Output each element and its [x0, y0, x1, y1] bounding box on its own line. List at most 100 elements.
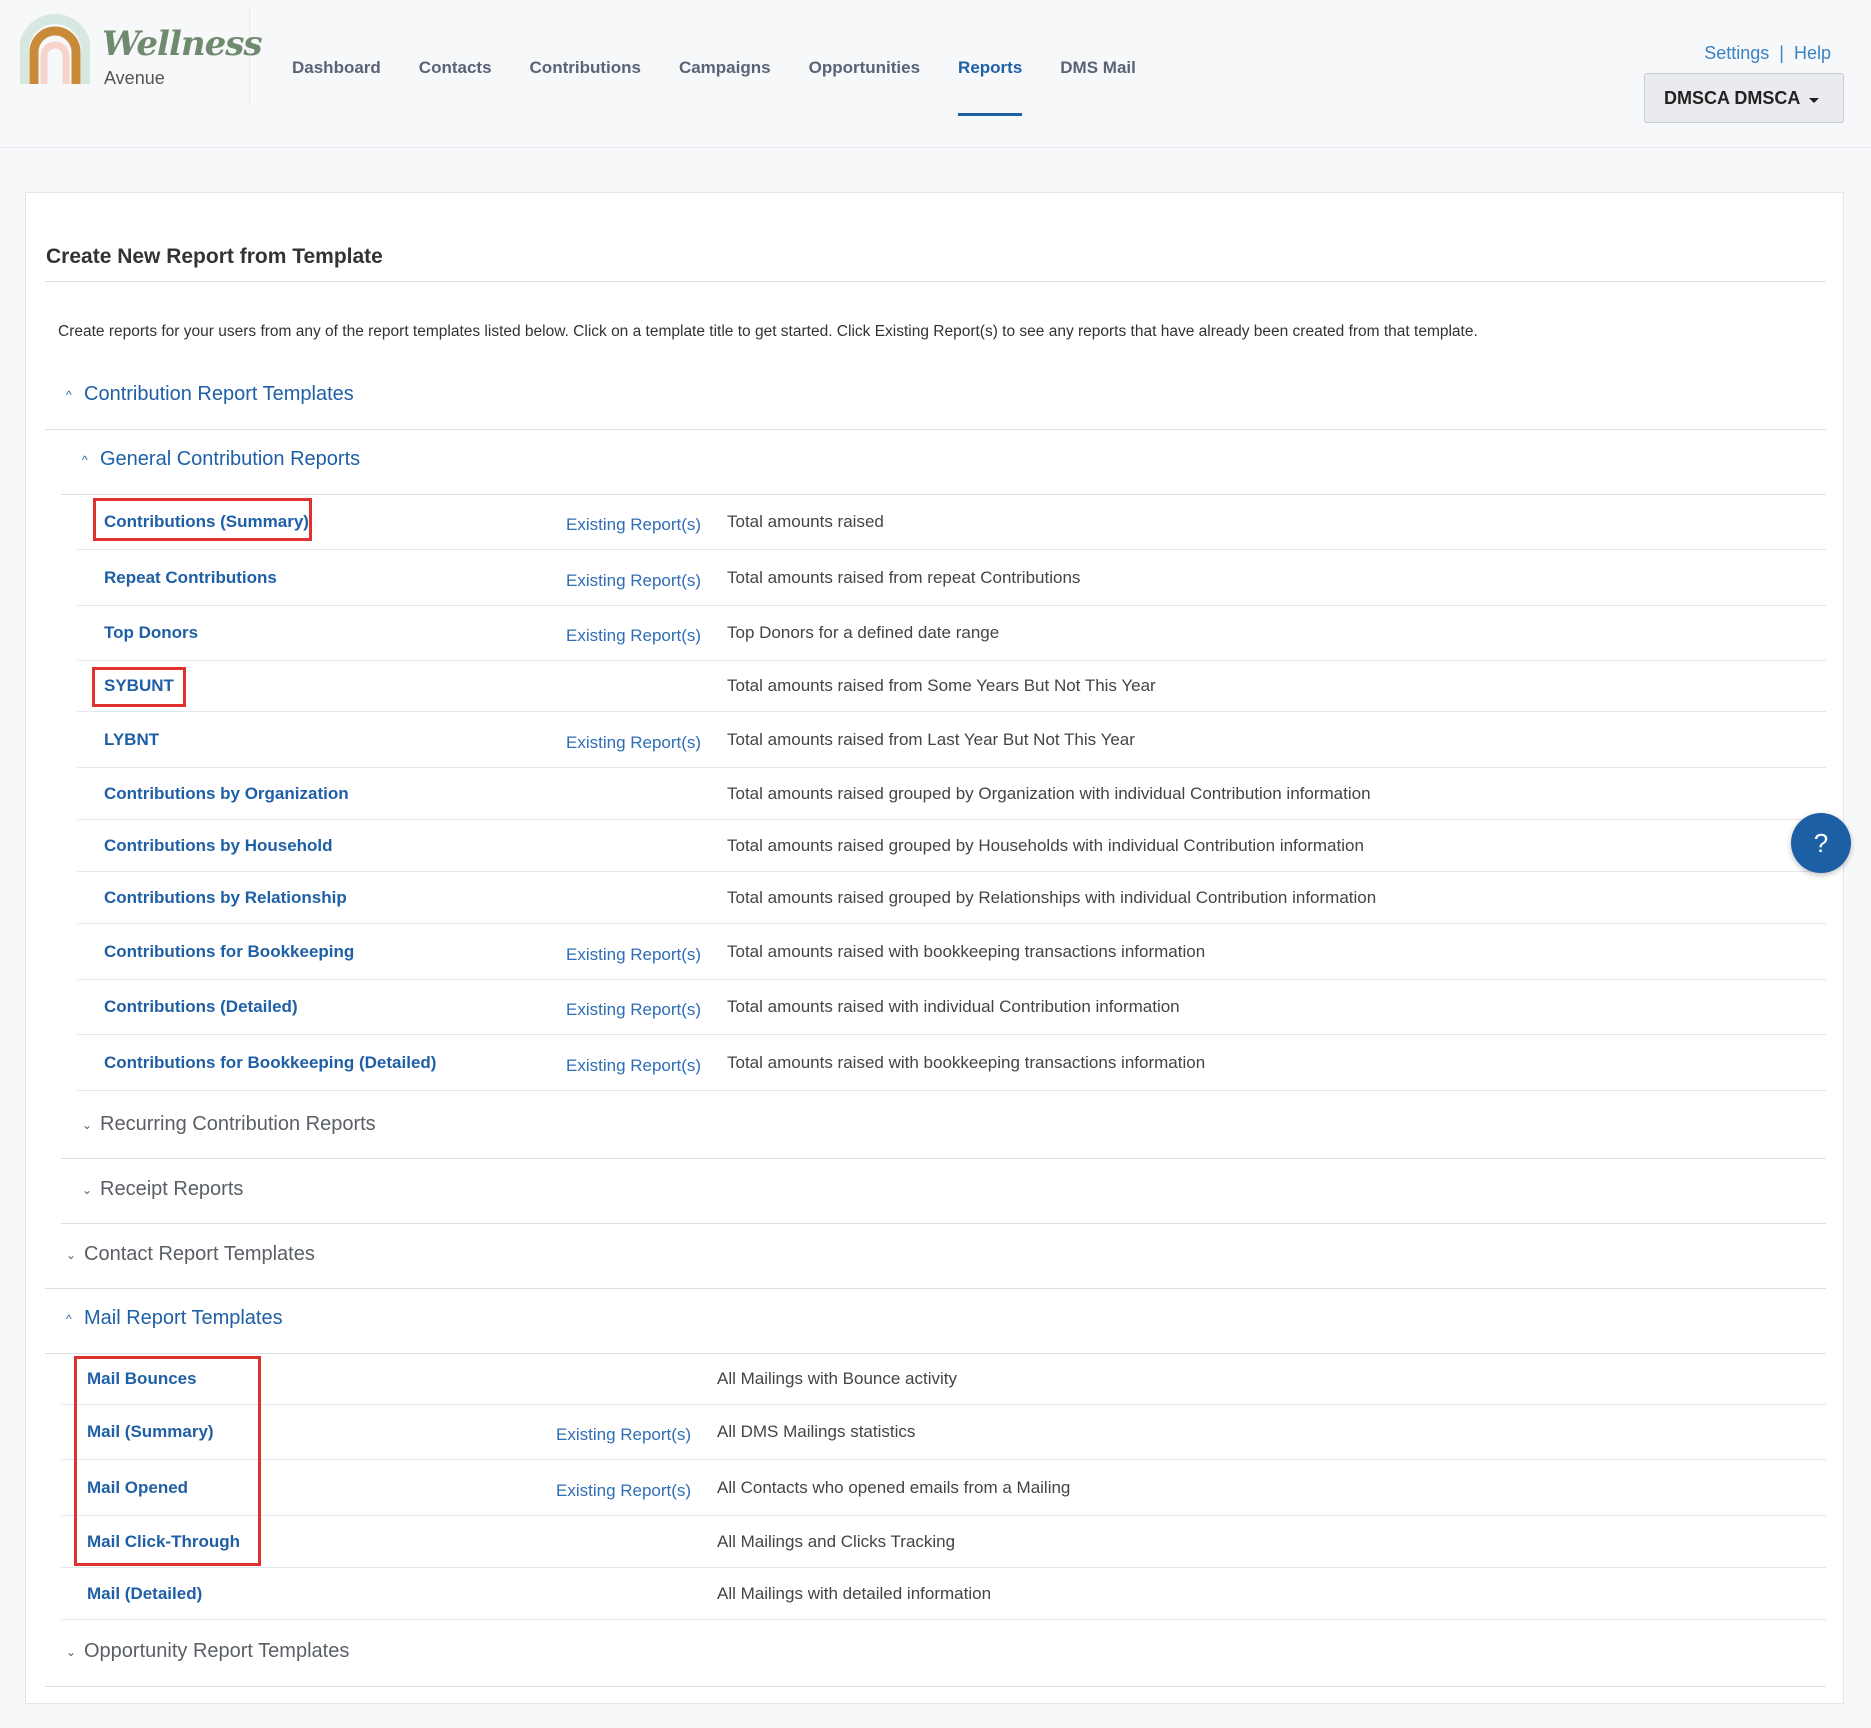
- nav-dashboard[interactable]: Dashboard: [292, 58, 381, 116]
- existing-reports-link[interactable]: Existing Report(s): [566, 733, 701, 753]
- report-row: LYBNT Existing Report(s) Total amounts rai…: [77, 712, 1826, 768]
- report-description: All Mailings with Bounce activity: [717, 1368, 957, 1388]
- nav-contributions[interactable]: Contributions: [530, 58, 641, 116]
- section-mail-templates[interactable]: ^ Mail Report Templates: [66, 1307, 283, 1330]
- nav-campaigns[interactable]: Campaigns: [679, 58, 771, 116]
- top-links: Settings | Help: [1704, 43, 1831, 64]
- section-contact-templates[interactable]: ⌄ Contact Report Templates: [66, 1243, 315, 1266]
- report-title-link[interactable]: LYBNT: [104, 730, 159, 750]
- section-opportunity-templates[interactable]: ⌄ Opportunity Report Templates: [66, 1640, 349, 1663]
- section-recurring-contribution[interactable]: ⌄ Recurring Contribution Reports: [82, 1113, 376, 1136]
- report-row: Contributions (Detailed) Existing Report(…: [77, 980, 1826, 1035]
- section-label: Receipt Reports: [100, 1178, 244, 1200]
- report-title-link[interactable]: Contributions for Bookkeeping: [104, 942, 354, 962]
- mail-report-list: Mail Bounces All Mailings with Bounce act…: [61, 1353, 1826, 1620]
- report-description: Total amounts raised from Some Years But…: [727, 676, 1156, 695]
- report-row: Mail (Detailed) All Mailings with detaile…: [61, 1568, 1826, 1620]
- report-row: Repeat Contributions Existing Report(s) To…: [77, 550, 1826, 606]
- nav-contacts[interactable]: Contacts: [419, 58, 492, 116]
- page-description: Create reports for your users from any o…: [58, 323, 1478, 340]
- section-label: General Contribution Reports: [100, 448, 361, 470]
- report-row: Top Donors Existing Report(s) Top Donors f…: [77, 606, 1826, 661]
- rainbow-logo-icon: [20, 14, 90, 84]
- divider: [61, 1223, 1826, 1224]
- report-title-link[interactable]: Contributions for Bookkeeping (Detailed): [104, 1053, 436, 1073]
- report-row: Contributions by Relationship Total amoun…: [77, 872, 1826, 924]
- user-menu-button[interactable]: DMSCA DMSCA: [1644, 73, 1844, 123]
- divider: [45, 429, 1826, 430]
- nav-opportunities[interactable]: Opportunities: [809, 58, 920, 116]
- report-description: All Contacts who opened emails from a Ma…: [717, 1477, 1071, 1497]
- report-description: All Mailings and Clicks Tracking: [717, 1531, 956, 1551]
- report-title-link[interactable]: Contributions by Relationship: [104, 888, 347, 908]
- caret-down-icon: [1809, 98, 1819, 108]
- report-title-link[interactable]: Top Donors: [104, 623, 198, 643]
- section-label: Opportunity Report Templates: [84, 1640, 350, 1662]
- report-row: Mail Click-Through All Mailings and Click…: [61, 1516, 1826, 1568]
- logo-wordmark: Wellness: [102, 24, 263, 64]
- report-title-link[interactable]: Contributions by Household: [104, 836, 333, 856]
- report-description: Total amounts raised with bookkeeping tr…: [727, 1052, 1206, 1072]
- report-row: Contributions by Household Total amounts …: [77, 820, 1826, 872]
- highlight-box: [74, 1356, 261, 1566]
- report-description: Total amounts raised with individual Con…: [727, 997, 1180, 1016]
- existing-reports-link[interactable]: Existing Report(s): [556, 1481, 691, 1501]
- divider: [45, 281, 1826, 282]
- report-description: Total amounts raised grouped by Relation…: [727, 887, 1377, 907]
- top-header: Wellness Avenue Dashboard Contacts Contrib…: [0, 0, 1871, 148]
- existing-reports-link[interactable]: Existing Report(s): [556, 1425, 691, 1445]
- report-row: Contributions for Bookkeeping (Detailed)…: [77, 1035, 1826, 1091]
- report-description: All Mailings with detailed information: [717, 1583, 992, 1603]
- section-label: Contact Report Templates: [84, 1243, 315, 1265]
- section-label: Contribution Report Templates: [84, 383, 354, 405]
- main-nav: Dashboard Contacts Contributions Campaigns O…: [292, 58, 1174, 116]
- existing-reports-link[interactable]: Existing Report(s): [566, 945, 701, 965]
- section-label: Mail Report Templates: [84, 1307, 283, 1329]
- report-description: Total amounts raised from Last Year But …: [727, 729, 1135, 749]
- report-title-link[interactable]: Contributions by Organization: [104, 784, 349, 804]
- report-row: Mail (Summary) Existing Report(s) All DMS …: [61, 1405, 1826, 1460]
- section-contribution-templates[interactable]: ^ Contribution Report Templates: [66, 383, 354, 406]
- existing-reports-link[interactable]: Existing Report(s): [566, 1056, 701, 1076]
- nav-dms-mail[interactable]: DMS Mail: [1060, 58, 1136, 116]
- existing-reports-link[interactable]: Existing Report(s): [566, 1000, 701, 1020]
- report-row: Contributions for Bookkeeping Existing Re…: [77, 924, 1826, 980]
- divider: [45, 1288, 1826, 1289]
- chevron-up-icon: ^: [66, 1311, 72, 1326]
- report-row: Contributions (Summary) Existing Report(s…: [77, 494, 1826, 550]
- highlight-box: [92, 667, 186, 707]
- chevron-up-icon: ^: [66, 387, 72, 402]
- report-title-link[interactable]: Contributions (Detailed): [104, 997, 298, 1017]
- report-description: Top Donors for a defined date range: [727, 623, 1000, 642]
- existing-reports-link[interactable]: Existing Report(s): [566, 515, 701, 535]
- report-title-link[interactable]: Mail (Detailed): [87, 1584, 202, 1604]
- link-separator: |: [1779, 43, 1784, 63]
- highlight-box: [93, 498, 312, 541]
- page-title: Create New Report from Template: [46, 245, 383, 268]
- divider: [45, 1686, 1826, 1687]
- existing-reports-link[interactable]: Existing Report(s): [566, 626, 701, 646]
- logo-subtitle: Avenue: [104, 68, 165, 88]
- section-general-contribution[interactable]: ^ General Contribution Reports: [82, 448, 360, 471]
- wellness-avenue-logo[interactable]: Wellness Avenue: [18, 8, 263, 104]
- section-label: Recurring Contribution Reports: [100, 1113, 376, 1135]
- divider: [61, 1158, 1826, 1159]
- existing-reports-link[interactable]: Existing Report(s): [566, 571, 701, 591]
- report-description: Total amounts raised with bookkeeping tr…: [727, 941, 1206, 961]
- settings-link[interactable]: Settings: [1704, 43, 1769, 63]
- help-link[interactable]: Help: [1794, 43, 1831, 63]
- report-description: Total amounts raised from repeat Contrib…: [727, 567, 1081, 587]
- chevron-down-icon: ⌄: [82, 1182, 93, 1197]
- report-description: Total amounts raised grouped by Househol…: [727, 835, 1364, 855]
- chevron-down-icon: ⌄: [66, 1247, 77, 1262]
- nav-reports[interactable]: Reports: [958, 58, 1023, 116]
- section-receipt-reports[interactable]: ⌄ Receipt Reports: [82, 1178, 243, 1201]
- report-templates-card: Create New Report from Template Create r…: [25, 192, 1844, 1704]
- report-title-link[interactable]: Repeat Contributions: [104, 568, 277, 588]
- report-row: Mail Opened Existing Report(s) All Contact…: [61, 1460, 1826, 1516]
- chevron-down-icon: ⌄: [82, 1117, 93, 1132]
- general-report-list: Contributions (Summary) Existing Report(s…: [77, 494, 1826, 1091]
- help-bubble-button[interactable]: ?: [1791, 813, 1851, 873]
- report-row: Contributions by Organization Total amoun…: [77, 768, 1826, 820]
- report-row: Mail Bounces All Mailings with Bounce act…: [61, 1353, 1826, 1405]
